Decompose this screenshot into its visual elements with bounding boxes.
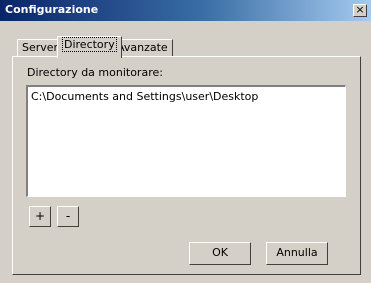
cancel-button[interactable]: Annulla — [266, 242, 328, 265]
list-item[interactable]: C:\Documents and Settings\user\Desktop — [31, 90, 258, 103]
window-title: Configurazione — [5, 3, 99, 16]
directory-list-label: Directory da monitorare: — [27, 66, 163, 79]
close-button[interactable]: × — [353, 4, 367, 17]
close-icon: × — [355, 3, 365, 16]
tab-avanzate-label: Avanzate — [117, 41, 168, 54]
config-dialog: Configurazione × Server Directory Avanza… — [0, 0, 371, 283]
directory-list[interactable]: C:\Documents and Settings\user\Desktop — [26, 85, 346, 197]
title-bar[interactable]: Configurazione × — [0, 0, 371, 21]
ok-button-label: OK — [212, 246, 228, 259]
tab-directory[interactable]: Directory — [57, 36, 122, 58]
cancel-button-label: Annulla — [276, 246, 318, 259]
plus-icon: + — [34, 209, 46, 223]
tab-server-label: Server — [22, 41, 59, 54]
tab-directory-label: Directory — [62, 37, 117, 52]
minus-icon: - — [65, 209, 71, 223]
add-directory-button[interactable]: + — [29, 206, 51, 227]
ok-button[interactable]: OK — [189, 242, 251, 265]
remove-directory-button[interactable]: - — [57, 206, 79, 227]
